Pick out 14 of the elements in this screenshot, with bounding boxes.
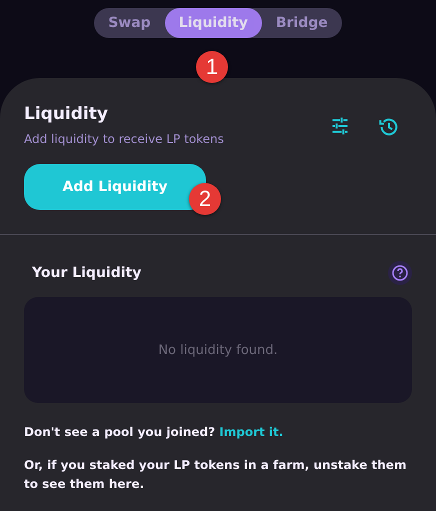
settings-icon[interactable] <box>330 116 350 136</box>
import-note: Don't see a pool you joined? Import it. <box>24 424 284 441</box>
card-subtitle: Add liquidity to receive LP tokens <box>24 132 224 146</box>
tab[interactable]: Bridge <box>262 8 342 38</box>
tab[interactable]: Liquidity <box>164 8 262 38</box>
history-icon[interactable] <box>378 116 400 138</box>
card-title: Liquidity <box>24 104 109 124</box>
tab[interactable]: Swap <box>94 8 165 38</box>
import-link[interactable]: Import it. <box>219 425 284 439</box>
step-marker: 1 <box>196 51 228 83</box>
help-icon[interactable] <box>388 261 412 285</box>
section-title: Your Liquidity <box>32 265 142 281</box>
empty-message: No liquidity found. <box>158 342 278 358</box>
unstake-note: Or, if you staked your LP tokens in a farm, unstake them to see them here. <box>24 457 408 494</box>
